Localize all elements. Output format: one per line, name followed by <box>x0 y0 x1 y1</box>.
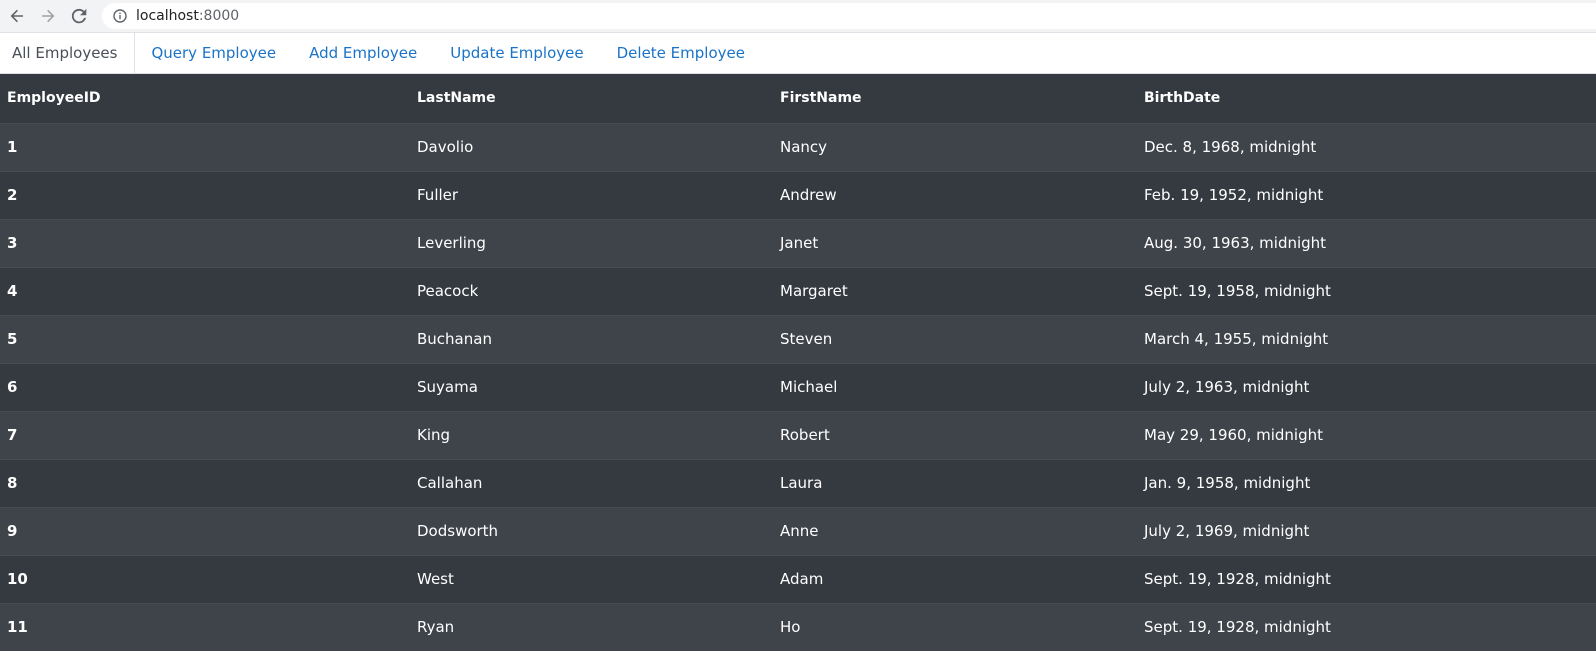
first-name-cell: Robert <box>773 410 1137 459</box>
table-header-row: EmployeeID LastName FirstName BirthDate <box>0 74 1596 124</box>
employees-table: EmployeeID LastName FirstName BirthDate … <box>0 74 1596 651</box>
table-row: 5 Buchanan Steven March 4, 1955, midnight <box>0 314 1596 363</box>
column-header-firstname: FirstName <box>773 74 1137 124</box>
arrow-left-icon <box>10 9 23 23</box>
first-name-cell: Andrew <box>773 170 1137 219</box>
employee-id-cell: 9 <box>0 506 410 555</box>
info-icon <box>112 8 128 24</box>
last-name-cell: King <box>410 410 773 459</box>
url-port: :8000 <box>198 8 240 24</box>
table-row: 1 Davolio Nancy Dec. 8, 1968, midnight <box>0 122 1596 171</box>
last-name-cell: West <box>410 554 773 603</box>
table-row: 9 Dodsworth Anne July 2, 1969, midnight <box>0 506 1596 555</box>
last-name-cell: Peacock <box>410 266 773 315</box>
table-row: 8 Callahan Laura Jan. 9, 1958, midnight <box>0 458 1596 507</box>
arrow-right-icon <box>42 9 55 23</box>
birth-date-cell: Dec. 8, 1968, midnight <box>1137 122 1596 171</box>
last-name-cell: Davolio <box>410 122 773 171</box>
address-bar[interactable]: localhost:8000 <box>102 3 1596 29</box>
url-host: localhost <box>136 8 199 24</box>
last-name-cell: Buchanan <box>410 314 773 363</box>
tab-delete-employee[interactable]: Delete Employee <box>600 33 761 73</box>
column-header-lastname: LastName <box>410 74 773 124</box>
employee-id-cell: 7 <box>0 410 410 459</box>
url-text: localhost:8000 <box>136 8 239 24</box>
tab-add-employee[interactable]: Add Employee <box>293 33 434 73</box>
first-name-cell: Nancy <box>773 122 1137 171</box>
tab-all-employees[interactable]: All Employees <box>0 33 135 73</box>
employee-id-cell: 5 <box>0 314 410 363</box>
birth-date-cell: Sept. 19, 1928, midnight <box>1137 554 1596 603</box>
nav-tabs: All Employees Query Employee Add Employe… <box>0 32 1596 74</box>
first-name-cell: Ho <box>773 602 1137 651</box>
table-row: 11 Ryan Ho Sept. 19, 1928, midnight <box>0 602 1596 651</box>
first-name-cell: Margaret <box>773 266 1137 315</box>
first-name-cell: Laura <box>773 458 1137 507</box>
birth-date-cell: March 4, 1955, midnight <box>1137 314 1596 363</box>
table-row: 6 Suyama Michael July 2, 1963, midnight <box>0 362 1596 411</box>
employee-id-cell: 2 <box>0 170 410 219</box>
first-name-cell: Steven <box>773 314 1137 363</box>
first-name-cell: Michael <box>773 362 1137 411</box>
browser-toolbar: localhost:8000 <box>0 0 1596 32</box>
birth-date-cell: Feb. 19, 1952, midnight <box>1137 170 1596 219</box>
birth-date-cell: July 2, 1963, midnight <box>1137 362 1596 411</box>
forward-button[interactable] <box>37 5 59 27</box>
birth-date-cell: Sept. 19, 1958, midnight <box>1137 266 1596 315</box>
first-name-cell: Anne <box>773 506 1137 555</box>
reload-icon <box>71 8 87 24</box>
column-header-employeeid: EmployeeID <box>0 74 410 124</box>
last-name-cell: Callahan <box>410 458 773 507</box>
tab-query-employee[interactable]: Query Employee <box>135 33 293 73</box>
back-button[interactable] <box>6 5 28 27</box>
last-name-cell: Dodsworth <box>410 506 773 555</box>
first-name-cell: Adam <box>773 554 1137 603</box>
employee-id-cell: 10 <box>0 554 410 603</box>
employee-id-cell: 8 <box>0 458 410 507</box>
employee-id-cell: 4 <box>0 266 410 315</box>
first-name-cell: Janet <box>773 218 1137 267</box>
column-header-birthdate: BirthDate <box>1137 74 1596 124</box>
table-row: 10 West Adam Sept. 19, 1928, midnight <box>0 554 1596 603</box>
tab-update-employee[interactable]: Update Employee <box>434 33 600 73</box>
last-name-cell: Suyama <box>410 362 773 411</box>
birth-date-cell: Sept. 19, 1928, midnight <box>1137 602 1596 651</box>
birth-date-cell: May 29, 1960, midnight <box>1137 410 1596 459</box>
last-name-cell: Fuller <box>410 170 773 219</box>
reload-button[interactable] <box>68 5 90 27</box>
table-row: 7 King Robert May 29, 1960, midnight <box>0 410 1596 459</box>
employee-id-cell: 1 <box>0 122 410 171</box>
last-name-cell: Leverling <box>410 218 773 267</box>
birth-date-cell: Jan. 9, 1958, midnight <box>1137 458 1596 507</box>
table-body: 1 Davolio Nancy Dec. 8, 1968, midnight 2 Full… <box>0 122 1596 651</box>
table-row: 3 Leverling Janet Aug. 30, 1963, midnight <box>0 218 1596 267</box>
employee-id-cell: 11 <box>0 602 410 651</box>
employee-id-cell: 3 <box>0 218 410 267</box>
birth-date-cell: July 2, 1969, midnight <box>1137 506 1596 555</box>
last-name-cell: Ryan <box>410 602 773 651</box>
table-row: 2 Fuller Andrew Feb. 19, 1952, midnight <box>0 170 1596 219</box>
employee-id-cell: 6 <box>0 362 410 411</box>
birth-date-cell: Aug. 30, 1963, midnight <box>1137 218 1596 267</box>
table-row: 4 Peacock Margaret Sept. 19, 1958, midnight <box>0 266 1596 315</box>
